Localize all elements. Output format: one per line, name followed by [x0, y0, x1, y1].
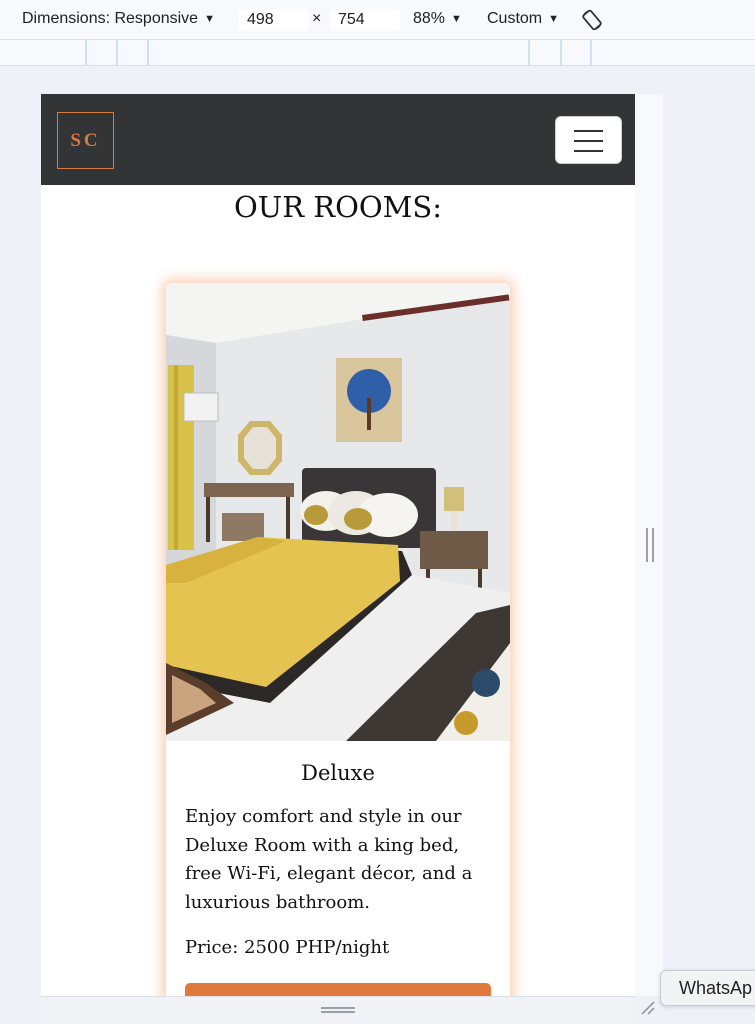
ruler-tick [85, 40, 87, 66]
device-viewport: SC OUR ROOMS: Deluxe Enjoy comfort and s… [41, 94, 635, 996]
dimensions-label: Dimensions: Responsive [22, 10, 199, 27]
site-navbar: SC [41, 94, 635, 185]
ruler-tick [590, 40, 592, 66]
height-input[interactable]: 754 [330, 9, 400, 31]
room-price: Price: 2500 PHP/night [185, 937, 390, 958]
corner-resize-icon[interactable] [640, 1000, 656, 1021]
room-photo [166, 283, 510, 741]
media-query-ruler [0, 40, 755, 66]
throttle-dropdown[interactable]: Custom ▼ [487, 10, 559, 28]
room-card: Deluxe Enjoy comfort and style in our De… [166, 283, 510, 996]
device-toolbar: Dimensions: Responsive ▼ 498 × 754 88% ▼… [0, 0, 755, 40]
room-name: Deluxe [301, 761, 375, 785]
whatsapp-tooltip: WhatsAp [660, 970, 755, 1006]
chevron-down-icon: ▼ [204, 13, 215, 25]
resize-handle-right[interactable] [646, 528, 654, 562]
ruler-tick [116, 40, 118, 66]
ruler-tick [560, 40, 562, 66]
zoom-dropdown[interactable]: 88% ▼ [413, 10, 462, 28]
dimensions-dropdown[interactable]: Dimensions: Responsive ▼ [22, 10, 215, 28]
site-logo[interactable]: SC [57, 112, 114, 169]
ruler-tick [528, 40, 530, 66]
menu-bar [574, 140, 603, 142]
times-sign: × [312, 10, 322, 27]
resize-handle-bottom[interactable] [321, 1007, 355, 1013]
chevron-down-icon: ▼ [548, 13, 560, 25]
book-button[interactable] [185, 983, 491, 996]
throttle-label: Custom [487, 10, 543, 27]
room-description: Enjoy comfort and style in our Deluxe Ro… [185, 806, 473, 913]
width-input[interactable]: 498 [239, 9, 309, 31]
menu-bar [574, 150, 603, 152]
ruler-tick [147, 40, 149, 66]
zoom-label: 88% [413, 10, 446, 27]
resize-bar-bottom [41, 996, 635, 1024]
section-title: OUR ROOMS: [234, 190, 442, 224]
rotate-icon[interactable] [580, 8, 604, 32]
chevron-down-icon: ▼ [451, 13, 462, 25]
menu-bar [574, 130, 603, 132]
hamburger-icon[interactable] [555, 116, 622, 164]
